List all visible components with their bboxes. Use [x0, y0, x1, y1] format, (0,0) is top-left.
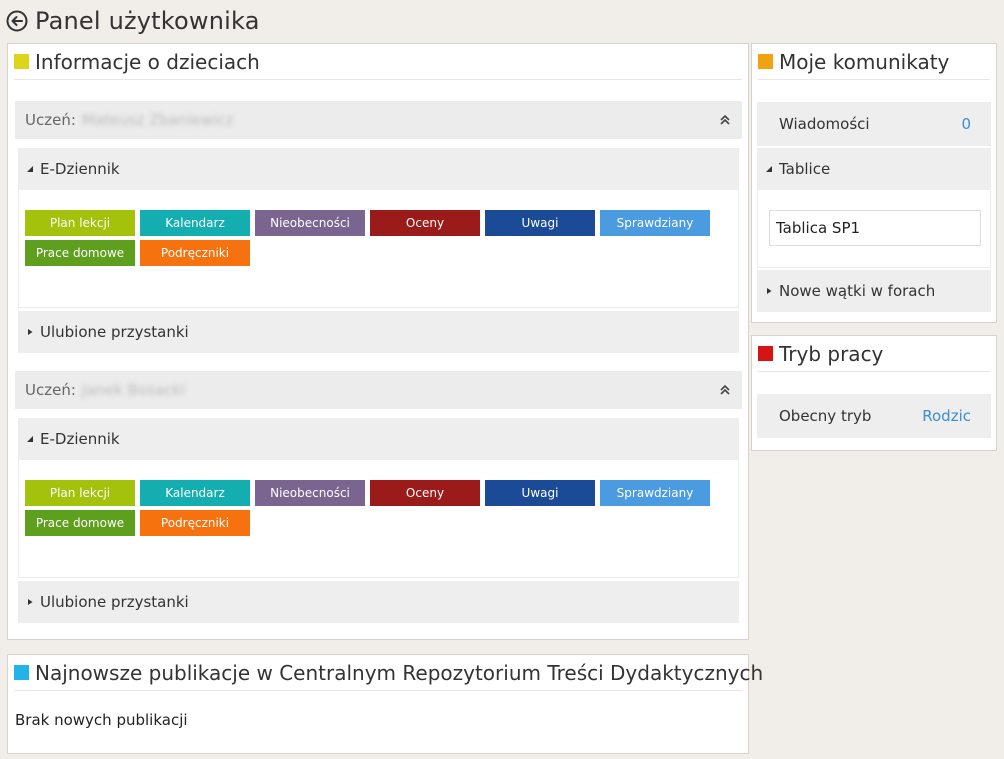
accent-square-icon [758, 54, 773, 69]
publications-panel: Najnowsze publikacje w Centralnym Repozy… [7, 654, 763, 754]
ediary-tiles: Plan lekcji Kalendarz Nieobecności Oceny… [18, 460, 739, 578]
student-card: Uczeń: Janek Bosacki E-Dziennik Plan lekc… [15, 371, 742, 623]
tile-oceny[interactable]: Oceny [370, 210, 480, 236]
tile-nieobecnosci[interactable]: Nieobecności [255, 480, 365, 506]
favorites-header[interactable]: Ulubione przystanki [18, 581, 739, 623]
accent-square-icon [14, 665, 29, 680]
board-item[interactable]: Tablica SP1 [769, 210, 981, 246]
work-mode-panel: Tryb pracy Obecny tryb Rodzic [751, 335, 997, 451]
collapse-chevron-up-icon[interactable] [718, 113, 732, 127]
tile-plan-lekcji[interactable]: Plan lekcji [25, 210, 135, 236]
expanded-triangle-icon [27, 166, 33, 172]
no-publications-text: Brak nowych publikacji [15, 711, 188, 729]
messages-panel: Moje komunikaty Wiadomości 0 Tablice Tab… [751, 43, 997, 323]
panel-title: Moje komunikaty [758, 44, 990, 80]
collapsed-triangle-icon [767, 288, 772, 294]
tile-prace-domowe[interactable]: Prace domowe [25, 240, 135, 266]
tile-uwagi[interactable]: Uwagi [485, 480, 595, 506]
tile-uwagi[interactable]: Uwagi [485, 210, 595, 236]
page-title: Panel użytkownika [35, 7, 260, 35]
student-label: Uczeń: [25, 111, 76, 129]
forums-header[interactable]: Nowe wątki w forach [757, 270, 991, 312]
student-header[interactable]: Uczeń: Mateusz Zbaniewicz [15, 101, 742, 139]
current-mode-row: Obecny tryb Rodzic [757, 394, 991, 438]
collapsed-triangle-icon [28, 599, 33, 605]
ediary-section: E-Dziennik Plan lekcji Kalendarz Nieobec… [18, 418, 739, 623]
collapsed-triangle-icon [28, 329, 33, 335]
tile-nieobecnosci[interactable]: Nieobecności [255, 210, 365, 236]
favorites-header[interactable]: Ulubione przystanki [18, 311, 739, 353]
ediary-section: E-Dziennik Plan lekcji Kalendarz Nieobec… [18, 148, 739, 353]
messages-row[interactable]: Wiadomości 0 [757, 102, 991, 146]
expanded-triangle-icon [27, 436, 33, 442]
tile-plan-lekcji[interactable]: Plan lekcji [25, 480, 135, 506]
student-card: Uczeń: Mateusz Zbaniewicz E-Dziennik Plan… [15, 101, 742, 353]
boards-list: Tablica SP1 [757, 190, 991, 268]
accent-square-icon [758, 346, 773, 361]
tile-prace-domowe[interactable]: Prace domowe [25, 510, 135, 536]
ediary-header[interactable]: E-Dziennik [18, 148, 739, 190]
ediary-header[interactable]: E-Dziennik [18, 418, 739, 460]
panel-title: Tryb pracy [758, 336, 990, 372]
accent-square-icon [14, 54, 29, 69]
back-arrow-circle-icon[interactable] [6, 10, 28, 32]
student-header[interactable]: Uczeń: Janek Bosacki [15, 371, 742, 409]
panel-title: Informacje o dzieciach [14, 44, 742, 80]
tile-podreczniki[interactable]: Podręczniki [140, 240, 250, 266]
current-mode-link[interactable]: Rodzic [922, 407, 971, 425]
panel-title: Najnowsze publikacje w Centralnym Repozy… [14, 655, 763, 691]
collapse-chevron-up-icon[interactable] [718, 383, 732, 397]
tile-sprawdziany[interactable]: Sprawdziany [600, 480, 710, 506]
tile-kalendarz[interactable]: Kalendarz [140, 210, 250, 236]
student-name: Janek Bosacki [81, 381, 186, 399]
page-header: Panel użytkownika [6, 4, 260, 38]
boards-header[interactable]: Tablice [757, 148, 991, 190]
tile-oceny[interactable]: Oceny [370, 480, 480, 506]
ediary-tiles: Plan lekcji Kalendarz Nieobecności Oceny… [18, 190, 739, 308]
messages-count[interactable]: 0 [961, 115, 971, 133]
student-name: Mateusz Zbaniewicz [81, 111, 234, 129]
tile-podreczniki[interactable]: Podręczniki [140, 510, 250, 536]
kids-info-panel: Informacje o dzieciach Uczeń: Mateusz Zba… [7, 43, 749, 640]
expanded-triangle-icon [766, 166, 772, 172]
student-label: Uczeń: [25, 381, 76, 399]
tile-sprawdziany[interactable]: Sprawdziany [600, 210, 710, 236]
tile-kalendarz[interactable]: Kalendarz [140, 480, 250, 506]
